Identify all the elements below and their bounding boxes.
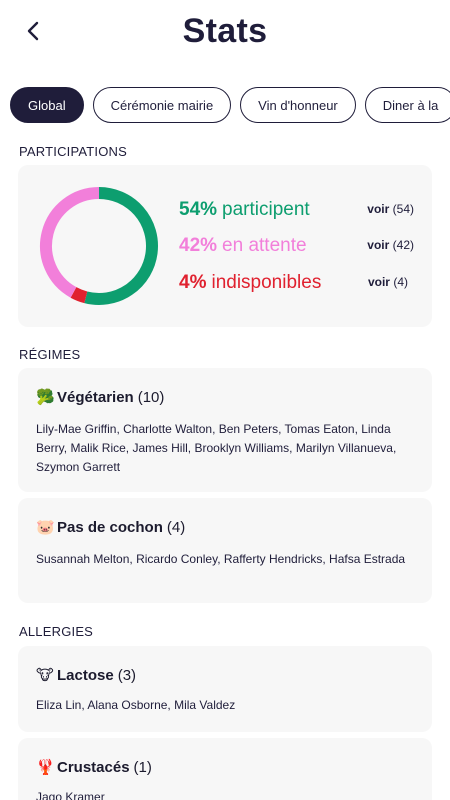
stat-label: participent (222, 199, 310, 220)
stat-row-participent: 54% participent (179, 199, 310, 221)
regime-card-pas-de-cochon[interactable]: 🐷 Pas de cochon (4) Susannah Melton, Ric… (18, 498, 432, 603)
broccoli-icon: 🥦 (36, 389, 55, 406)
participation-donut-chart (40, 187, 158, 305)
stat-row-indisponibles: 4% indisponibles (179, 272, 321, 294)
regime-guest-names: Lily-Mae Griffin, Charlotte Walton, Ben … (36, 422, 397, 474)
voir-count: (54) (392, 202, 414, 216)
donut-segment-participent (84, 187, 158, 305)
regimes-section-label: RÉGIMES (19, 347, 81, 362)
allergy-name: Lactose (57, 666, 114, 684)
donut-segment-indisponibles (70, 287, 88, 304)
allergy-card-crustaces[interactable]: 🦞 Crustacés (1) Jago Kramer (18, 738, 432, 800)
lobster-icon: 🦞 (36, 759, 55, 776)
participations-card: 54% participent voir (54) 42% en attente… (18, 165, 432, 327)
voir-label: voir (367, 202, 390, 216)
voir-label: voir (367, 238, 390, 252)
regime-title: 🥦 Végétarien (10) (36, 388, 165, 407)
voir-count: (42) (392, 238, 414, 252)
page-title: Stats (182, 12, 268, 50)
voir-attente-link[interactable]: voir (42) (367, 238, 414, 252)
allergies-section-label: ALLERGIES (19, 624, 94, 639)
stat-percent: 54% (179, 199, 218, 220)
tab-vin-d-honneur[interactable]: Vin d'honneur (240, 87, 356, 123)
allergy-guest-names: Eliza Lin, Alana Osborne, Mila Valdez (36, 698, 236, 712)
regime-name: Végétarien (57, 388, 134, 406)
voir-count: (4) (393, 275, 408, 289)
cow-icon: 🐮 (36, 667, 54, 684)
voir-label: voir (367, 275, 390, 289)
allergy-guest-names: Jago Kramer (36, 790, 105, 800)
donut-segment-attente (40, 187, 100, 298)
tab-bar: Global Cérémonie mairie Vin d'honneur Di… (10, 87, 450, 123)
allergy-count: (1) (133, 758, 152, 776)
allergy-title: 🦞 Crustacés (1) (36, 758, 152, 777)
stat-label: indisponibles (211, 272, 322, 293)
participations-section-label: PARTICIPATIONS (19, 144, 128, 159)
stat-percent: 4% (179, 272, 207, 293)
allergy-count: (3) (117, 666, 137, 684)
stat-row-attente: 42% en attente (179, 235, 307, 257)
voir-participent-link[interactable]: voir (54) (367, 202, 414, 216)
regime-count: (10) (137, 388, 165, 406)
tab-global[interactable]: Global (10, 87, 84, 123)
tab-diner[interactable]: Diner à la (364, 87, 450, 123)
regime-title: 🐷 Pas de cochon (4) (36, 518, 186, 537)
voir-indisponibles-link[interactable]: voir (4) (368, 275, 408, 289)
header: Stats (0, 0, 450, 72)
regime-count: (4) (166, 518, 186, 536)
stat-label: en attente (222, 235, 307, 256)
pig-icon: 🐷 (36, 519, 55, 536)
tab-ceremonie-mairie[interactable]: Cérémonie mairie (92, 87, 232, 123)
regime-card-vegetarien[interactable]: 🥦 Végétarien (10) Lily-Mae Griffin, Char… (18, 368, 432, 492)
regime-guest-names: Susannah Melton, Ricardo Conley, Raffert… (36, 552, 406, 566)
regime-name: Pas de cochon (57, 518, 163, 536)
allergy-name: Crustacés (57, 758, 130, 776)
allergy-title: 🐮 Lactose (3) (36, 666, 137, 685)
allergy-card-lactose[interactable]: 🐮 Lactose (3) Eliza Lin, Alana Osborne, … (18, 646, 432, 732)
stat-percent: 42% (179, 235, 218, 256)
